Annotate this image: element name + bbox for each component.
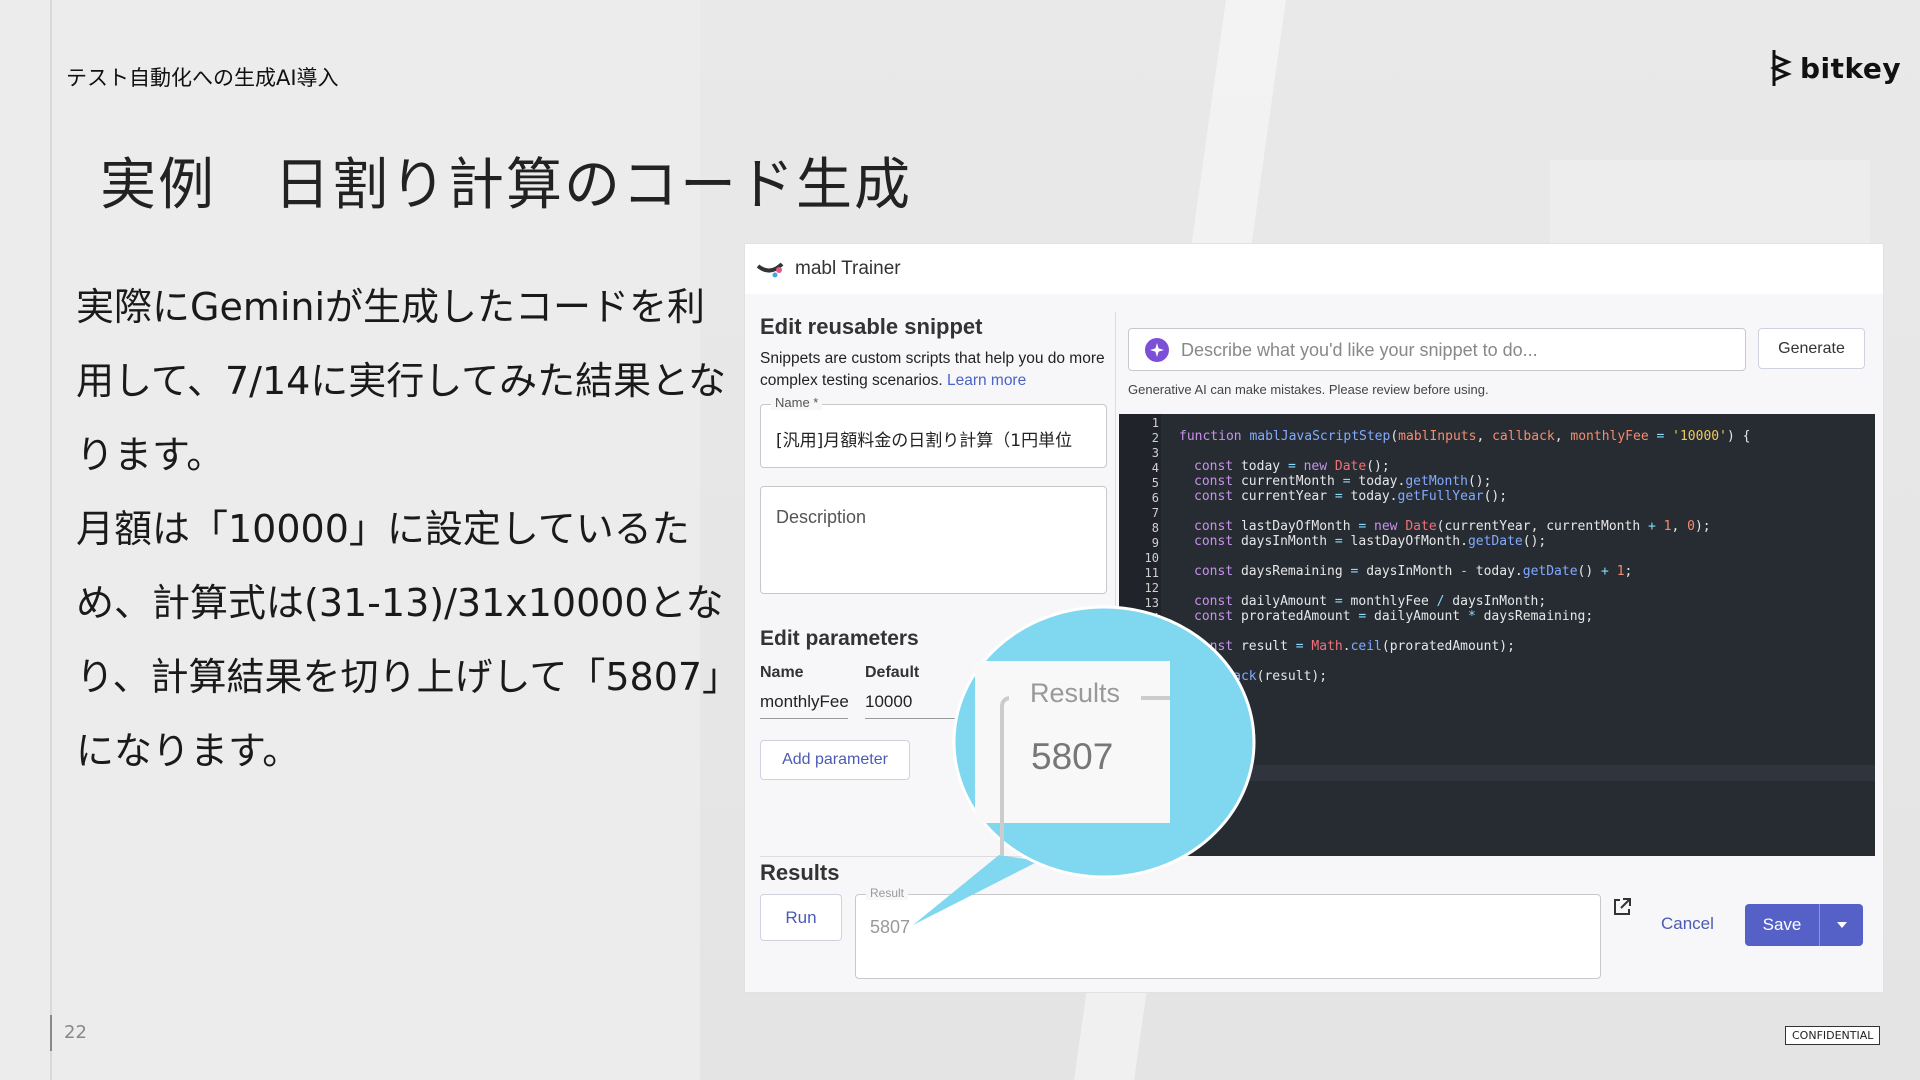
logo-text: bitkey [1800, 51, 1902, 85]
slide-left-rule [50, 0, 52, 1080]
param-name-header: Name [760, 664, 804, 681]
open-external-icon[interactable] [1611, 896, 1633, 918]
cancel-button[interactable]: Cancel [1661, 914, 1714, 934]
code-line: const lastDayOfMonth = new Date(currentY… [1194, 519, 1711, 534]
description-field[interactable]: Description [760, 486, 1107, 594]
snippet-description-text: Snippets are custom scripts that help yo… [760, 348, 1110, 392]
line-number: 7 [1151, 506, 1159, 520]
code-line: const today = new Date(); [1194, 459, 1390, 474]
body-line: め、計算式は(31-13)/31x10000とな [76, 581, 724, 625]
description-text: Snippets are custom scripts that help yo… [760, 350, 1105, 389]
line-number: 4 [1151, 461, 1159, 475]
generate-placeholder: Describe what you'd like your snippet to… [1181, 340, 1538, 360]
code-line: const currentYear = today.getFullYear(); [1194, 489, 1508, 504]
code-line: const daysRemaining = daysInMonth - toda… [1194, 564, 1633, 579]
results-zoom-inset: Results 5807 [975, 661, 1170, 856]
code-line: function mablJavaScriptStep(mablInputs, … [1179, 429, 1751, 444]
line-number: 12 [1144, 581, 1159, 595]
body-line: 用して、7/14に実行してみた結果とな [76, 359, 727, 403]
line-number: 6 [1151, 491, 1159, 505]
save-button-group: Save [1745, 904, 1863, 946]
slide-subtitle: テスト自動化への生成AI導入 [66, 66, 339, 90]
window-titlebar: mabl Trainer [745, 244, 1883, 294]
save-dropdown-button[interactable] [1820, 904, 1863, 946]
ai-disclaimer: Generative AI can make mistakes. Please … [1128, 382, 1489, 397]
line-number: 8 [1151, 521, 1159, 535]
confidential-badge: CONFIDENTIAL [1785, 1026, 1881, 1045]
bitkey-logo: bitkey [1770, 48, 1901, 88]
line-number: 5 [1151, 476, 1159, 490]
body-line: 実際にGeminiが生成したコードを利 [76, 285, 706, 329]
name-field-value: [汎用]月額料金の日割り計算（1円単位 [776, 431, 1073, 451]
body-line: になります。 [76, 729, 301, 773]
line-number: 9 [1151, 536, 1159, 550]
line-number: 1 [1151, 416, 1159, 430]
results-heading: Results [760, 860, 840, 885]
page-number: 22 [50, 1015, 87, 1051]
result-field-label: Result [866, 886, 909, 900]
chevron-down-icon [1836, 922, 1847, 928]
line-number: 10 [1144, 551, 1159, 565]
description-placeholder: Description [776, 507, 867, 527]
code-line: const daysInMonth = lastDayOfMonth.getDa… [1194, 534, 1547, 549]
line-number: 2 [1151, 431, 1159, 445]
body-line: り、計算結果を切り上げして「5807」 [76, 655, 741, 699]
edit-snippet-heading: Edit reusable snippet [760, 314, 983, 339]
add-parameter-button[interactable]: Add parameter [760, 740, 910, 780]
generate-button[interactable]: Generate [1758, 328, 1865, 369]
save-button[interactable]: Save [1745, 904, 1820, 946]
zoom-results-label: Results [1030, 678, 1121, 708]
name-field-label: Name * [771, 395, 823, 410]
line-number: 3 [1151, 446, 1159, 460]
body-line: 月額は「10000」に設定しているた [76, 507, 690, 551]
name-field[interactable]: Name * [汎用]月額料金の日割り計算（1円単位 [760, 395, 1107, 468]
result-value: 5807 [870, 917, 911, 937]
ai-sparkle-icon [1145, 338, 1169, 362]
slide-title: 実例 日割り計算のコード生成 [100, 153, 912, 218]
slide-body: 実際にGeminiが生成したコードを利 用して、7/14に実行してみた結果とな … [76, 270, 741, 788]
run-button[interactable]: Run [760, 894, 842, 941]
body-line: ります。 [76, 433, 225, 477]
generate-prompt-input[interactable]: Describe what you'd like your snippet to… [1128, 328, 1746, 371]
edit-parameters-heading: Edit parameters [760, 627, 919, 650]
bitkey-logo-icon [1770, 50, 1792, 86]
param-name-input[interactable]: monthlyFee [760, 692, 848, 719]
mabl-logo-icon [756, 262, 784, 278]
app-title: mabl Trainer [795, 258, 901, 279]
learn-more-link[interactable]: Learn more [947, 372, 1026, 389]
code-line: const currentMonth = today.getMonth(); [1194, 474, 1492, 489]
line-number: 11 [1144, 566, 1159, 580]
zoom-results-value: 5807 [1031, 736, 1114, 777]
